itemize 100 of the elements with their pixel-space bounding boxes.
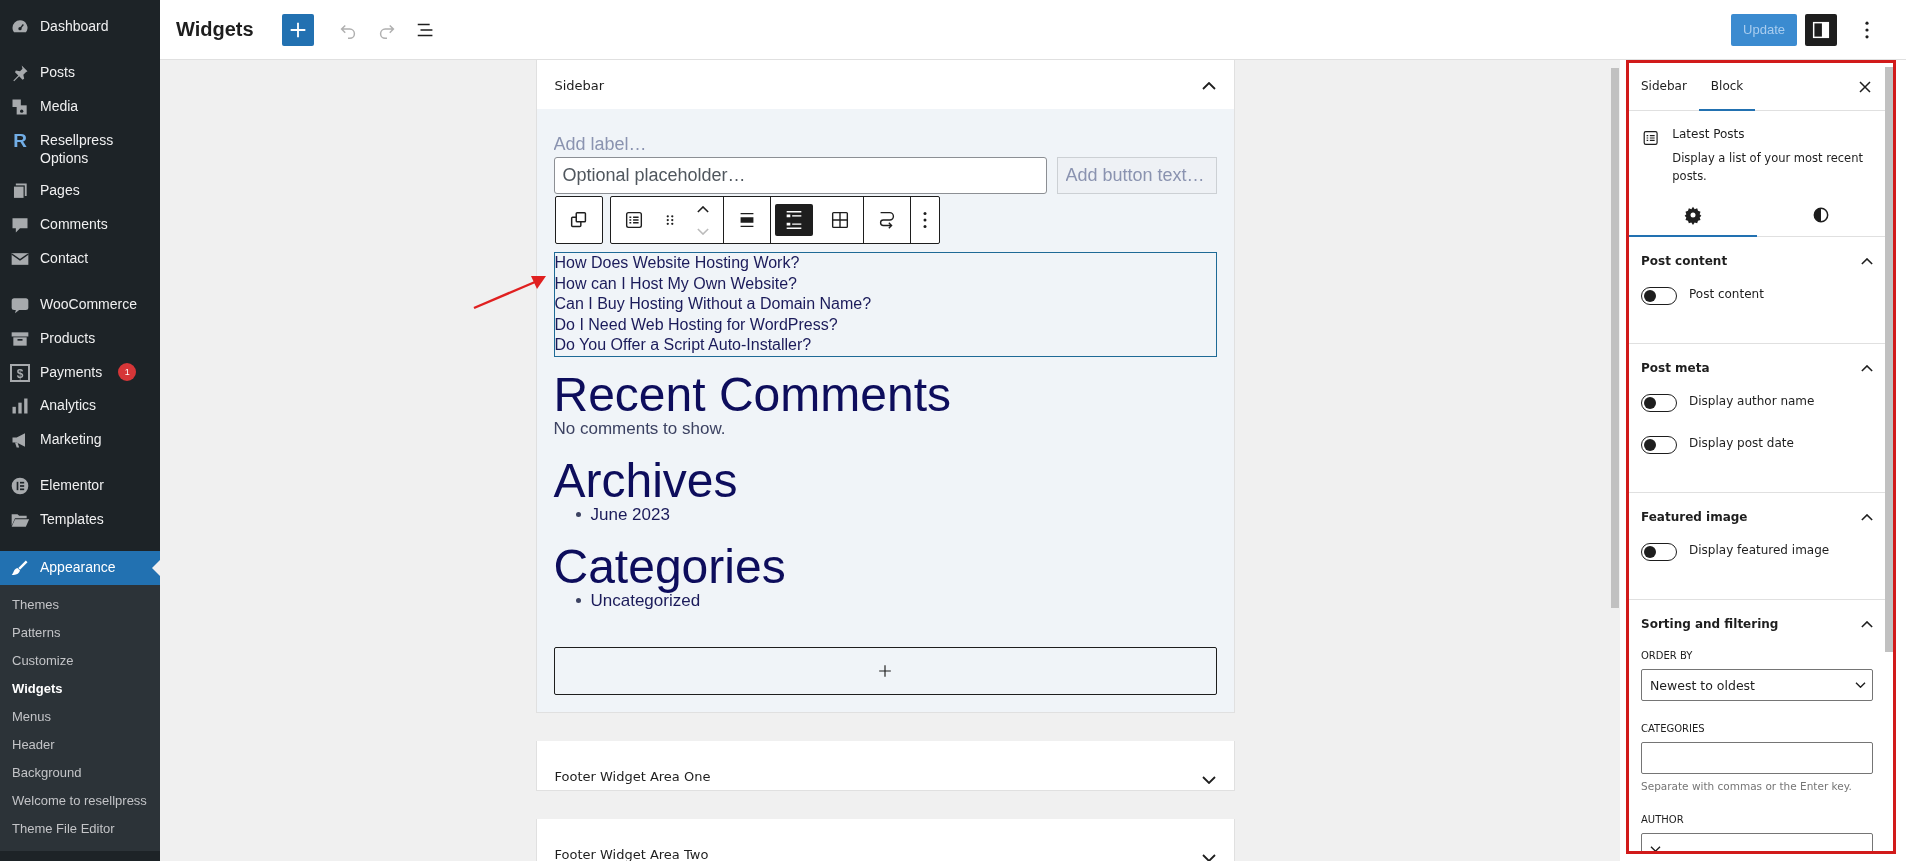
scrollbar[interactable] [1611,68,1619,608]
help-text: Separate with commas or the Enter key. [1641,780,1853,792]
search-field[interactable]: Optional placeholder… [553,157,1047,194]
collapse-button[interactable] [1201,81,1216,90]
field-label: CATEGORIES [1641,723,1706,734]
menu-item[interactable]: $ Payments 1 [0,356,160,389]
submenu-item[interactable]: Widgets [0,675,160,703]
menu-item[interactable]: Posts [0,56,160,90]
chevron-up-icon [1201,81,1216,90]
toggle-label: Display featured image [1689,543,1830,557]
post-link[interactable]: Can I Buy Hosting Without a Domain Name? [554,294,1216,315]
post-link[interactable]: How Does Website Hosting Work? [554,253,1216,274]
widget-area-title: Sidebar [554,78,605,93]
widget-heading: Recent Comments [553,370,952,419]
widget-area-title: Footer Widget Area One [554,768,711,784]
submenu-item[interactable]: Theme File Editor [0,815,160,843]
submenu-item[interactable]: Background [0,759,160,787]
paintbrush-icon [10,558,30,578]
dollar-icon: $ [10,364,30,382]
settings-icon [1683,205,1703,225]
letter-icon: R [10,131,30,151]
settings-toggle[interactable] [1805,13,1837,46]
chevron-up-icon [1861,513,1873,521]
toggle-switch[interactable] [1641,543,1677,561]
speech-bubble-icon [10,295,30,315]
collapse-button[interactable] [1201,853,1216,861]
widget-heading: Categories [553,542,787,591]
submenu-item[interactable]: Patterns [0,619,160,647]
toggle-switch[interactable] [1641,287,1677,305]
menu-item[interactable]: Dashboard [0,10,160,44]
archive-box-icon [10,329,30,349]
menu-item[interactable]: Appearance [0,551,160,585]
submenu-item[interactable]: Menus [0,703,160,731]
menu-item[interactable]: Media [0,90,160,124]
page-title: Widgets [176,18,254,41]
chevron-down-icon [1650,846,1661,851]
chevron-up-icon [696,205,709,213]
list-view-button[interactable] [774,204,813,236]
submenu-item[interactable]: Customize [0,647,160,675]
block-title: Latest Posts [1672,127,1746,141]
pin-icon [10,63,30,83]
toggle-switch[interactable] [1641,436,1677,454]
submenu-item[interactable]: Header [0,731,160,759]
circle-logo-icon [10,476,30,496]
chevron-down-icon [1201,775,1216,784]
submenu-item[interactable]: Themes [0,591,160,619]
submenu-item[interactable]: Welcome to resellpress [0,787,160,815]
section-header[interactable]: Post content [1641,237,1873,285]
bar-chart-icon [10,396,30,416]
field-label: ORDER BY [1641,650,1694,661]
chevron-up-icon [1861,364,1873,372]
post-link[interactable]: Do I Need Web Hosting for WordPress? [554,314,1216,335]
widget-area-title: Footer Widget Area Two [554,846,709,861]
list-link[interactable]: June 2023 [590,504,670,525]
scrollbar[interactable] [1885,67,1893,652]
post-list[interactable]: How Does Website Hosting Work? How can I Host My Own Website? Can I Buy Hosting Without a Domain Name? Do I Need Web Hosting for WordPress? Do You Offer a Script Auto-Installer? [553,252,1217,357]
menu-item[interactable]: Comments [0,208,160,242]
add-block-button[interactable] [553,646,1217,695]
select-field[interactable]: Newest to oldest [1641,669,1873,701]
chevron-up-icon [1861,257,1873,265]
menu-item[interactable]: Products [0,322,160,356]
chevron-down-icon [696,227,709,235]
bullet-icon [575,598,581,603]
menu-item[interactable]: WooCommerce [0,288,160,322]
block-description: Display a list of your most recent posts. [1672,150,1864,185]
collapse-button[interactable] [1201,775,1216,784]
post-link[interactable]: Do You Offer a Script Auto-Installer? [554,335,1216,356]
input-field[interactable] [1641,742,1873,774]
panel-tab[interactable]: Sidebar [1629,63,1699,111]
vertical-dots-icon [1865,20,1869,39]
field-label: AUTHOR [1641,814,1685,825]
toggle-label: Display post date [1689,436,1794,450]
vertical-dots-icon [922,212,927,228]
count-badge: 1 [118,363,137,381]
section-header[interactable]: Sorting and filtering [1641,600,1873,648]
button-text-field[interactable]: Add button text… [1056,157,1217,194]
toggle-switch[interactable] [1641,394,1677,412]
toggle-label: Post content [1689,287,1764,301]
toggle-label: Display author name [1689,394,1815,408]
widget-heading: Archives [553,456,739,505]
chevron-down-icon [1201,853,1216,861]
post-link[interactable]: How can I Host My Own Website? [554,273,1216,294]
menu-item[interactable]: Elementor [0,469,160,503]
speech-bubble-icon [10,215,30,235]
label-field[interactable]: Add label… [553,133,854,155]
panel-tab[interactable]: Block [1698,63,1756,111]
menu-item[interactable]: Analytics [0,389,160,423]
bullet-icon [575,512,581,517]
empty-message: No comments to show. [553,418,727,439]
section-header[interactable]: Featured image [1641,493,1873,541]
chevron-down-icon [1855,682,1866,688]
menu-item[interactable]: Templates [0,503,160,537]
menu-item[interactable]: Contact [0,242,160,276]
chevron-up-icon [1861,620,1873,628]
menu-item[interactable]: R Resellpress Options [0,124,160,174]
media-icon [10,97,30,117]
contrast-icon [1811,205,1831,225]
section-header[interactable]: Post meta [1641,344,1873,392]
menu-item[interactable]: Pages [0,174,160,208]
menu-item[interactable]: Marketing [0,423,160,457]
